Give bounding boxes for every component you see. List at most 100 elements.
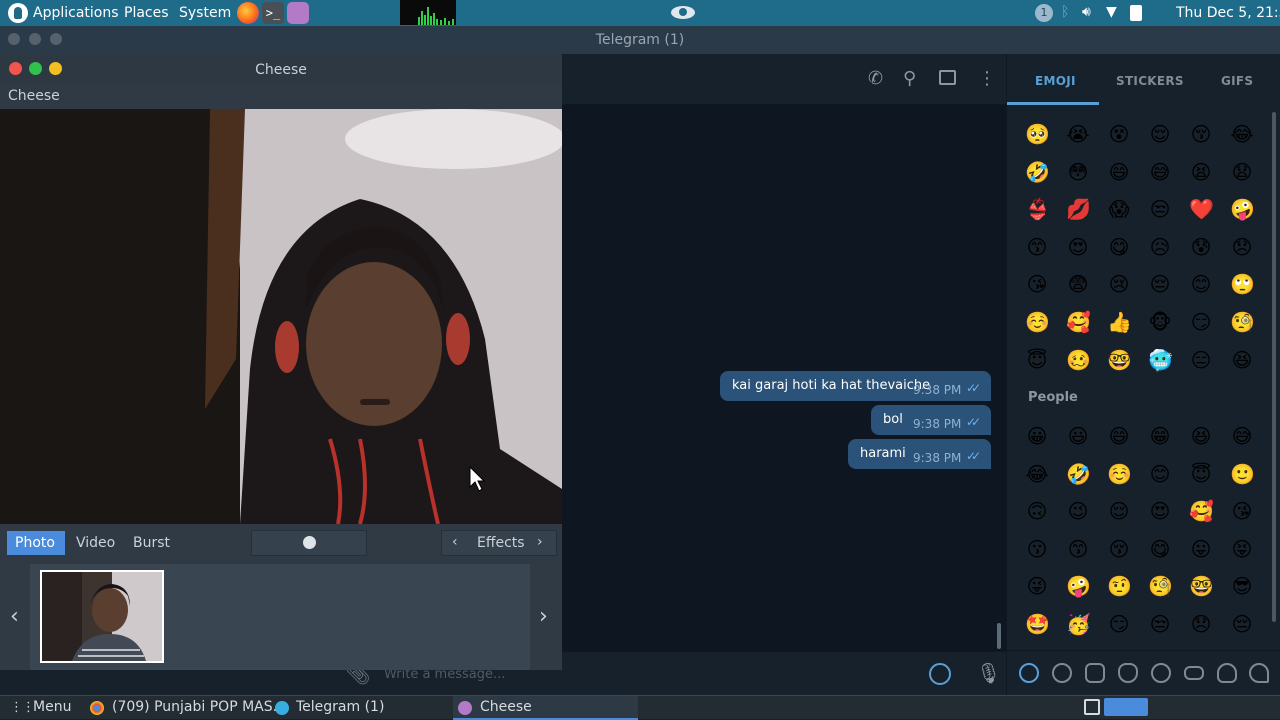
- take-photo-button[interactable]: [251, 530, 367, 556]
- objects-category-icon[interactable]: [1217, 663, 1237, 683]
- emoji-button[interactable]: 😘: [1230, 499, 1254, 523]
- emoji-button[interactable]: 😆: [1230, 348, 1254, 372]
- emoji-button[interactable]: 😨: [1066, 272, 1090, 296]
- telegram-minimize-button[interactable]: [29, 33, 41, 45]
- battery-icon[interactable]: [1130, 5, 1142, 21]
- emoji-button[interactable]: 🙂: [1230, 462, 1255, 486]
- firefox-launcher-icon[interactable]: [237, 2, 259, 24]
- chat-scrollbar[interactable]: [997, 623, 1001, 649]
- emoji-button[interactable]: 😛: [1189, 537, 1213, 561]
- emoji-button[interactable]: 🤨: [1107, 574, 1132, 598]
- emoji-button[interactable]: 😏: [1189, 310, 1213, 334]
- emoji-button[interactable]: 😝: [1230, 537, 1254, 561]
- emoji-button[interactable]: 🤣: [1025, 160, 1050, 184]
- effects-next-icon[interactable]: ›: [537, 534, 543, 550]
- emoji-button[interactable]: 😙: [1025, 235, 1049, 259]
- emoji-button[interactable]: 😗: [1025, 537, 1049, 561]
- telegram-maximize-button[interactable]: [50, 33, 62, 45]
- emoji-button[interactable]: 😍: [1148, 499, 1172, 523]
- emoji-button[interactable]: 💋: [1066, 197, 1091, 221]
- volume-icon[interactable]: 🔊︎: [1082, 4, 1091, 20]
- emoji-button[interactable]: 🐵: [1148, 310, 1172, 334]
- emoji-button[interactable]: 😳: [1066, 160, 1090, 184]
- wifi-icon[interactable]: ▼: [1106, 4, 1117, 20]
- emoji-button[interactable]: 😚: [1107, 537, 1131, 561]
- terminal-launcher-icon[interactable]: >_: [262, 2, 284, 24]
- emoji-button[interactable]: 🤪: [1230, 197, 1255, 221]
- people-category-icon[interactable]: [1052, 663, 1072, 683]
- distro-logo-icon[interactable]: [8, 3, 28, 23]
- emoji-button[interactable]: 😞: [1189, 612, 1213, 636]
- emoji-button[interactable]: 😎: [1230, 574, 1254, 598]
- emoji-button[interactable]: 🥰: [1066, 310, 1091, 334]
- emoji-button[interactable]: 🥳: [1066, 612, 1091, 636]
- emoji-button[interactable]: 😫: [1189, 160, 1213, 184]
- burst-mode-button[interactable]: Burst: [125, 531, 178, 555]
- symbols-category-icon[interactable]: [1249, 663, 1269, 683]
- message-bubble[interactable]: harami 9:38 PM ✓✓: [848, 439, 991, 469]
- emoji-scrollbar[interactable]: [1272, 112, 1276, 622]
- recent-category-icon[interactable]: [1019, 663, 1039, 683]
- emoji-button[interactable]: 😋: [1107, 235, 1131, 259]
- more-options-icon[interactable]: ⋮: [978, 68, 996, 89]
- emoji-button[interactable]: 😂: [1230, 122, 1254, 146]
- emoji-button[interactable]: 😆: [1189, 424, 1213, 448]
- places-menu[interactable]: Places: [124, 4, 169, 22]
- effects-prev-icon[interactable]: ‹: [452, 534, 458, 550]
- emoji-button[interactable]: 😅: [1230, 424, 1254, 448]
- emoji-button[interactable]: 🥰: [1189, 499, 1214, 523]
- menu-grid-icon[interactable]: ⋮⋮: [10, 700, 35, 715]
- emoji-button[interactable]: 😌: [1148, 122, 1172, 146]
- emoji-button[interactable]: 😥: [1148, 235, 1172, 259]
- emoji-button[interactable]: 😚: [1189, 122, 1213, 146]
- emoji-button[interactable]: ☺️: [1025, 310, 1050, 334]
- emoji-button[interactable]: 👍: [1107, 310, 1132, 334]
- sidebar-toggle-icon[interactable]: [939, 70, 956, 85]
- task-chrome[interactable]: (709) Punjabi POP MAS...: [112, 699, 286, 715]
- emoji-button[interactable]: 😁: [1148, 424, 1172, 448]
- emoji-button[interactable]: 😞: [1230, 235, 1254, 259]
- emoji-button[interactable]: 😙: [1066, 537, 1090, 561]
- emoji-button[interactable]: ☺️: [1107, 462, 1132, 486]
- emoji-button[interactable]: 😑: [1189, 348, 1213, 372]
- emoji-button[interactable]: 🤓: [1189, 574, 1214, 598]
- telegram-close-button[interactable]: [8, 33, 20, 45]
- emoji-button[interactable]: 😅: [1148, 160, 1172, 184]
- emoji-button[interactable]: 🤩: [1025, 612, 1050, 636]
- emoji-button[interactable]: 🥶: [1148, 348, 1173, 372]
- emoji-button[interactable]: 😵: [1107, 122, 1131, 146]
- emoji-button[interactable]: ❤️: [1189, 197, 1214, 221]
- emoji-toggle-icon[interactable]: [929, 663, 951, 685]
- emoji-button[interactable]: 😘: [1025, 272, 1049, 296]
- activity-category-icon[interactable]: [1151, 663, 1171, 683]
- emoji-button[interactable]: 😇: [1189, 462, 1213, 486]
- search-icon[interactable]: ⚲: [903, 68, 916, 89]
- emoji-button[interactable]: 😄: [1107, 424, 1131, 448]
- cheese-app-menu[interactable]: Cheese: [8, 88, 60, 104]
- effects-button[interactable]: Effects: [477, 535, 525, 551]
- emoji-button[interactable]: 🤪: [1066, 574, 1091, 598]
- task-telegram[interactable]: Telegram (1): [296, 699, 384, 715]
- tab-gifs[interactable]: GIFS: [1221, 74, 1253, 88]
- emoji-button[interactable]: 🧐: [1230, 310, 1255, 334]
- emoji-button[interactable]: 😊: [1148, 462, 1172, 486]
- emoji-button[interactable]: 😒: [1148, 612, 1172, 636]
- tab-emoji[interactable]: EMOJI: [1035, 74, 1076, 88]
- notification-count-badge[interactable]: 1: [1035, 4, 1053, 22]
- emoji-button[interactable]: 😍: [1066, 235, 1090, 259]
- emoji-button[interactable]: 🙄: [1230, 272, 1255, 296]
- emoji-button[interactable]: 😊: [1189, 272, 1213, 296]
- text-editor-launcher-icon[interactable]: [287, 2, 309, 24]
- emoji-button[interactable]: 😢: [1107, 272, 1131, 296]
- emoji-button[interactable]: 😉: [1066, 499, 1090, 523]
- menu-button[interactable]: Menu: [33, 699, 71, 715]
- emoji-button[interactable]: 🤓: [1107, 348, 1132, 372]
- photo-mode-button[interactable]: Photo: [7, 531, 65, 555]
- bluetooth-icon[interactable]: ᛒ: [1061, 4, 1069, 20]
- call-icon[interactable]: ✆: [868, 68, 883, 89]
- tab-stickers[interactable]: STICKERS: [1116, 74, 1184, 88]
- emoji-button[interactable]: 😱: [1107, 197, 1131, 221]
- animals-category-icon[interactable]: [1085, 663, 1105, 683]
- emoji-button[interactable]: 😄: [1107, 160, 1131, 184]
- emoji-button[interactable]: 😌: [1107, 499, 1131, 523]
